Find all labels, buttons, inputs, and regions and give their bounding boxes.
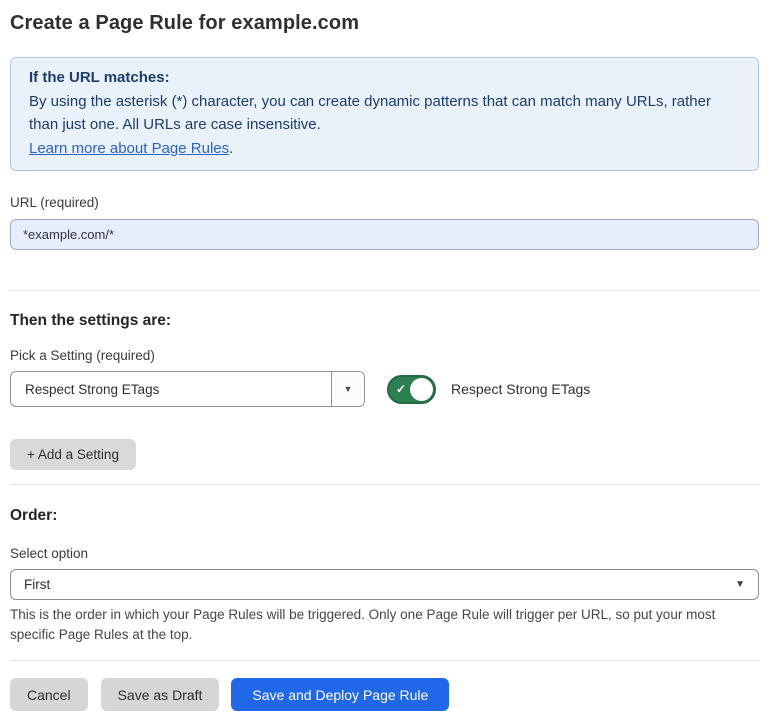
chevron-down-icon: ▼	[735, 579, 745, 590]
page-rule-form: Create a Page Rule for example.com If th…	[0, 0, 769, 711]
order-select-label: Select option	[10, 546, 759, 562]
check-icon: ✓	[396, 383, 406, 395]
order-select-value: First	[24, 577, 735, 592]
order-select[interactable]: First ▼	[10, 569, 759, 600]
setting-row: Respect Strong ETags ▼ ✓ Respect Strong …	[10, 371, 759, 407]
link-suffix: .	[229, 140, 233, 157]
info-box-link-line: Learn more about Page Rules.	[29, 137, 740, 161]
setting-select-arrow-button[interactable]: ▼	[331, 372, 364, 406]
chevron-down-icon: ▼	[344, 384, 353, 394]
order-help-text: This is the order in which your Page Rul…	[10, 605, 750, 645]
info-box-body: By using the asterisk (*) character, you…	[29, 90, 740, 137]
etags-toggle-label: Respect Strong ETags	[451, 381, 590, 397]
info-box-heading: If the URL matches:	[29, 66, 740, 90]
pick-setting-label: Pick a Setting (required)	[10, 348, 759, 364]
cancel-button[interactable]: Cancel	[10, 678, 88, 711]
order-section-heading: Order:	[10, 506, 759, 525]
page-title: Create a Page Rule for example.com	[10, 0, 759, 35]
footer-button-row: Cancel Save as Draft Save and Deploy Pag…	[10, 678, 759, 711]
settings-section-heading: Then the settings are:	[10, 311, 759, 330]
setting-select[interactable]: Respect Strong ETags ▼	[10, 371, 365, 407]
toggle-knob	[410, 378, 433, 401]
divider	[10, 660, 759, 661]
setting-select-value: Respect Strong ETags	[11, 372, 331, 406]
add-setting-button[interactable]: + Add a Setting	[10, 439, 136, 470]
save-and-deploy-button[interactable]: Save and Deploy Page Rule	[231, 678, 449, 711]
save-as-draft-button[interactable]: Save as Draft	[101, 678, 220, 711]
learn-more-link[interactable]: Learn more about Page Rules	[29, 140, 229, 157]
divider	[10, 484, 759, 485]
url-input[interactable]	[10, 219, 759, 250]
etags-toggle[interactable]: ✓	[387, 375, 436, 404]
divider	[10, 290, 759, 291]
url-matches-info-box: If the URL matches: By using the asteris…	[10, 57, 759, 171]
url-field-label: URL (required)	[10, 195, 759, 211]
